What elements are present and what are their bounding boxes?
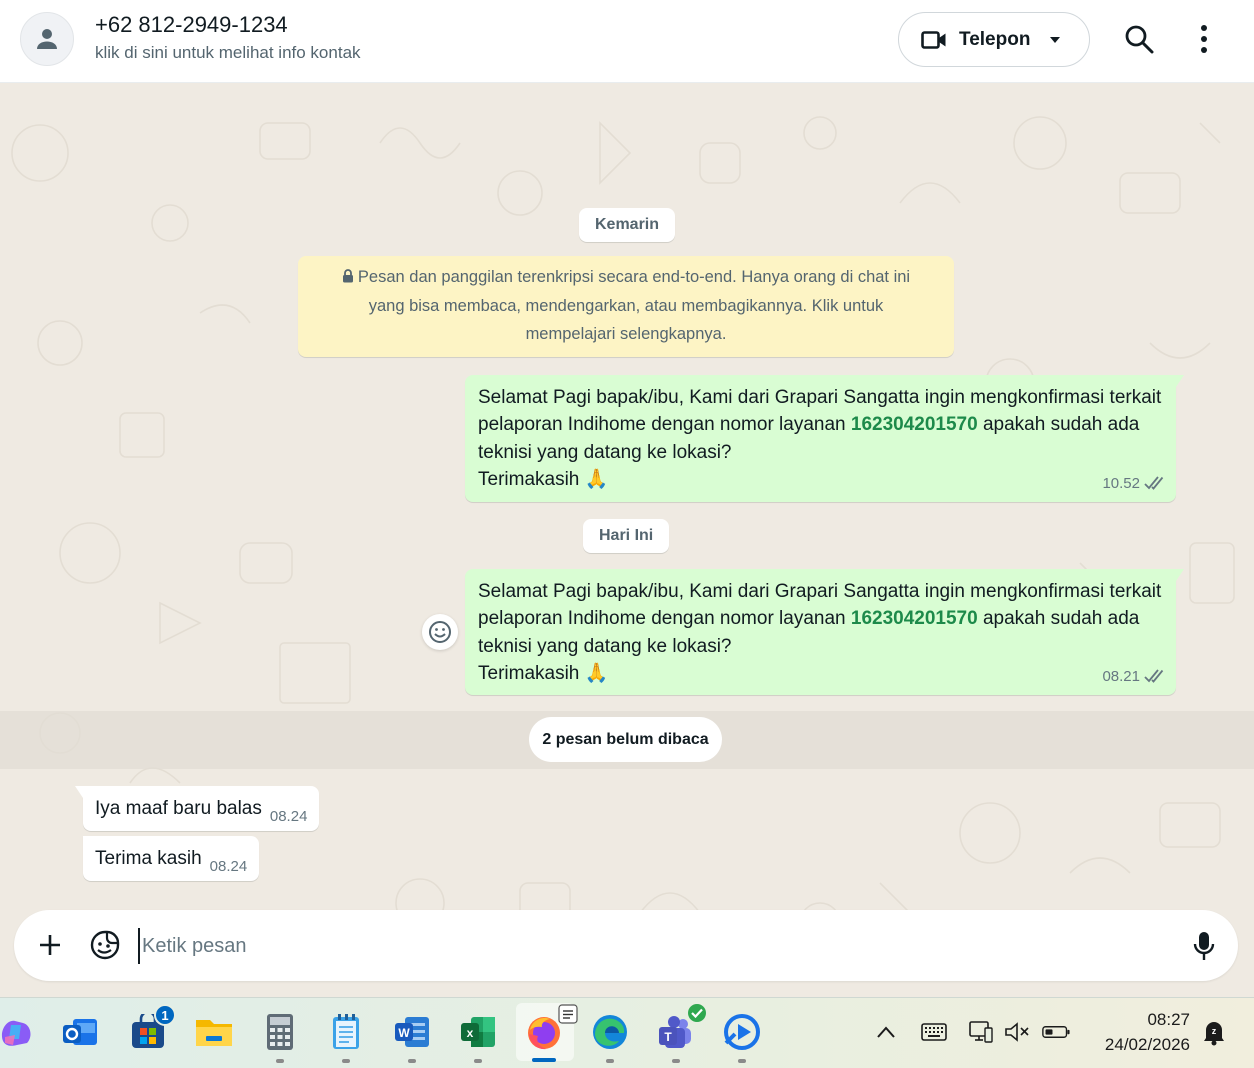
message-time: 08.21: [1102, 667, 1140, 685]
message-input[interactable]: [138, 928, 1168, 964]
notepad-icon[interactable]: [326, 1012, 366, 1063]
svg-text:T: T: [664, 1030, 672, 1044]
message-meta: 10.52: [1102, 470, 1166, 497]
call-label: Telepon: [959, 28, 1031, 50]
more-options-icon[interactable]: [1192, 22, 1216, 56]
svg-text:x: x: [467, 1026, 474, 1040]
person-icon: [37, 29, 57, 49]
clock-date[interactable]: 24/02/2026: [1090, 1035, 1190, 1055]
double-check-icon: [1144, 669, 1164, 684]
unread-messages-chip: 2 pesan belum dibaca: [529, 717, 722, 762]
outlook-icon[interactable]: [60, 1012, 100, 1052]
service-number-link[interactable]: 162304201570: [851, 414, 978, 435]
calculator-icon[interactable]: [260, 1012, 300, 1063]
plus-icon[interactable]: [36, 931, 64, 959]
message-closing: Terimakasih 🙏: [478, 662, 609, 684]
double-check-icon: [1144, 476, 1164, 491]
sticker-icon[interactable]: [89, 929, 121, 961]
firefox-icon[interactable]: [524, 1004, 578, 1052]
message-time: 08.24: [269, 808, 308, 825]
contact-avatar[interactable]: [20, 12, 74, 66]
chevron-down-icon[interactable]: [1049, 35, 1061, 45]
date-divider-yesterday: Kemarin: [579, 208, 676, 242]
smiley-icon: [429, 621, 451, 643]
contact-name[interactable]: +62 812-2949-1234: [95, 12, 288, 38]
chat-area[interactable]: Kemarin Pesan dan panggilan terenkripsi …: [0, 83, 1254, 997]
encryption-notice-text: Pesan dan panggilan terenkripsi secara e…: [357, 268, 911, 343]
notification-badge: 1: [154, 1004, 176, 1026]
tab-preview-icon: [558, 1004, 578, 1024]
message-text: Iya maaf baru balas: [95, 797, 262, 819]
react-emoji-button[interactable]: [422, 614, 458, 650]
copilot-icon[interactable]: [0, 1012, 36, 1052]
message-composer: [14, 910, 1238, 981]
message-time: 10.52: [1102, 474, 1140, 492]
media-player-icon[interactable]: [722, 1012, 762, 1063]
svg-text:z: z: [1212, 1026, 1217, 1036]
date-divider-today: Hari Ini: [583, 519, 670, 553]
notification-bell-icon[interactable]: z: [1200, 1018, 1228, 1046]
video-camera-icon: [921, 30, 946, 49]
store-icon[interactable]: 1: [128, 1004, 176, 1052]
running-indicator: [342, 1059, 350, 1063]
keyboard-icon[interactable]: [920, 1018, 948, 1046]
outgoing-message[interactable]: Selamat Pagi bapak/ibu, Kami dari Grapar…: [465, 569, 1184, 695]
teams-icon[interactable]: T: [656, 1002, 708, 1063]
clock-time[interactable]: 08:27: [1100, 1010, 1190, 1030]
running-indicator: [606, 1059, 614, 1063]
network-icon[interactable]: [967, 1018, 995, 1046]
running-indicator: [672, 1059, 680, 1063]
running-indicator: [738, 1059, 746, 1063]
windows-taskbar: 1 W x T 08:27 24/02/2026 z: [0, 997, 1254, 1068]
incoming-message[interactable]: Iya maaf baru balas 08.24: [74, 786, 320, 831]
running-indicator: [276, 1059, 284, 1063]
video-call-button[interactable]: Telepon: [898, 12, 1090, 67]
active-app-indicator: [532, 1058, 556, 1062]
status-check-icon: [686, 1002, 708, 1024]
running-indicator: [474, 1059, 482, 1063]
contact-info-hint[interactable]: klik di sini untuk melihat info kontak: [95, 43, 361, 63]
word-icon[interactable]: W: [392, 1012, 432, 1063]
message-closing: Terimakasih 🙏: [478, 468, 609, 490]
search-icon[interactable]: [1122, 22, 1156, 56]
outgoing-message[interactable]: Selamat Pagi bapak/ibu, Kami dari Grapar…: [465, 375, 1184, 502]
encryption-notice[interactable]: Pesan dan panggilan terenkripsi secara e…: [298, 256, 954, 357]
message-meta: 08.21: [1102, 663, 1166, 690]
incoming-message[interactable]: Terima kasih 08.24: [83, 836, 260, 881]
volume-muted-icon[interactable]: [1003, 1018, 1031, 1046]
file-explorer-icon[interactable]: [194, 1012, 234, 1052]
lock-icon: [342, 269, 353, 283]
chat-header: +62 812-2949-1234 klik di sini untuk mel…: [0, 0, 1254, 83]
microphone-icon[interactable]: [1192, 930, 1216, 962]
excel-icon[interactable]: x: [458, 1012, 498, 1063]
service-number-link[interactable]: 162304201570: [851, 608, 978, 629]
message-time: 08.24: [209, 858, 248, 875]
edge-icon[interactable]: [590, 1012, 630, 1063]
svg-text:W: W: [398, 1026, 410, 1040]
chevron-up-icon[interactable]: [872, 1018, 900, 1046]
message-text: Terima kasih: [95, 847, 202, 869]
battery-icon[interactable]: [1042, 1018, 1070, 1046]
running-indicator: [408, 1059, 416, 1063]
